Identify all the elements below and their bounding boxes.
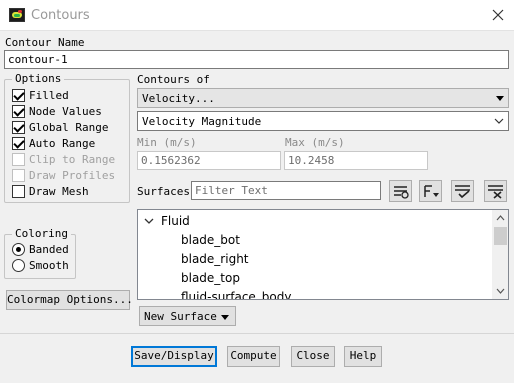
checkbox-box[interactable] <box>12 121 25 134</box>
surfaces-label: Surfaces <box>137 185 190 198</box>
checkbox-box <box>12 169 25 182</box>
filter-select-icon[interactable] <box>389 180 412 202</box>
coloring-legend: Coloring <box>12 227 71 240</box>
colormap-options-button[interactable]: Colormap Options... <box>6 290 133 310</box>
dropdown-arrow-icon <box>496 96 504 101</box>
checkbox-label: Auto Range <box>29 137 96 150</box>
max-label: Max (m/s) <box>285 136 345 149</box>
contour-name-label: Contour Name <box>5 36 85 49</box>
min-value-field: 0.1562362 <box>137 151 281 170</box>
compute-button[interactable]: Compute <box>227 346 280 367</box>
select-all-icon[interactable] <box>451 180 474 202</box>
new-surface-dropdown[interactable]: New Surface <box>139 306 236 326</box>
radio-label: Smooth <box>29 259 69 272</box>
dropdown-arrow-icon <box>221 315 229 320</box>
scroll-thumb[interactable] <box>494 227 507 245</box>
checkbox-label: Node Values <box>29 105 102 118</box>
scroll-down-icon[interactable] <box>496 288 505 294</box>
new-surface-label: New Surface <box>144 310 217 323</box>
radio-label: Banded <box>29 243 69 256</box>
radio-circle[interactable] <box>12 259 25 272</box>
radio-circle[interactable] <box>12 243 25 256</box>
category-value: Velocity... <box>142 92 215 105</box>
quantity-value: Velocity Magnitude <box>142 115 262 128</box>
help-button[interactable]: Help <box>344 346 382 367</box>
window-title: Contours <box>31 8 90 23</box>
checkbox-box[interactable] <box>12 185 25 198</box>
deselect-all-icon[interactable] <box>484 180 507 202</box>
list-item[interactable]: fluid-surface_body <box>181 290 291 299</box>
surfaces-list[interactable]: Fluid blade_bot blade_right blade_top fl… <box>137 209 509 300</box>
surface-filter-input[interactable]: Filter Text <box>191 181 381 200</box>
group-dropdown-icon[interactable] <box>419 180 442 202</box>
contour-name-input[interactable]: contour-1 <box>4 50 509 69</box>
chevron-down-icon <box>494 118 504 124</box>
checkbox-label: Draw Mesh <box>29 185 89 198</box>
max-value-field: 10.2458 <box>284 151 428 170</box>
tree-group-fluid[interactable]: Fluid <box>161 214 190 228</box>
list-scrollbar[interactable] <box>492 210 508 299</box>
close-button[interactable]: Close <box>291 346 335 367</box>
scroll-up-icon[interactable] <box>496 215 505 221</box>
contours-of-label: Contours of <box>137 73 210 86</box>
list-item[interactable]: blade_top <box>181 271 240 285</box>
save-display-button[interactable]: Save/Display <box>131 346 217 367</box>
min-label: Min (m/s) <box>137 136 197 149</box>
list-item[interactable]: blade_bot <box>181 233 240 247</box>
checkbox-box[interactable] <box>12 89 25 102</box>
checkbox-box[interactable] <box>12 105 25 118</box>
contours-quantity-dropdown[interactable]: Velocity Magnitude <box>137 111 509 131</box>
checkbox-box <box>12 153 25 166</box>
options-legend: Options <box>12 72 65 85</box>
checkbox-box[interactable] <box>12 137 25 150</box>
checkbox-label: Clip to Range <box>29 153 116 166</box>
expand-chevron-icon[interactable] <box>144 217 154 225</box>
contour-app-icon <box>9 8 25 22</box>
list-item[interactable]: blade_right <box>181 252 249 266</box>
checkbox-label: Global Range <box>29 121 109 134</box>
checkbox-label: Draw Profiles <box>29 169 116 182</box>
checkbox-label: Filled <box>29 89 69 102</box>
close-icon[interactable] <box>491 8 505 22</box>
contours-category-dropdown[interactable]: Velocity... <box>137 88 509 108</box>
title-bar: Contours <box>0 0 514 31</box>
separator <box>0 333 514 334</box>
coloring-group <box>4 234 76 279</box>
